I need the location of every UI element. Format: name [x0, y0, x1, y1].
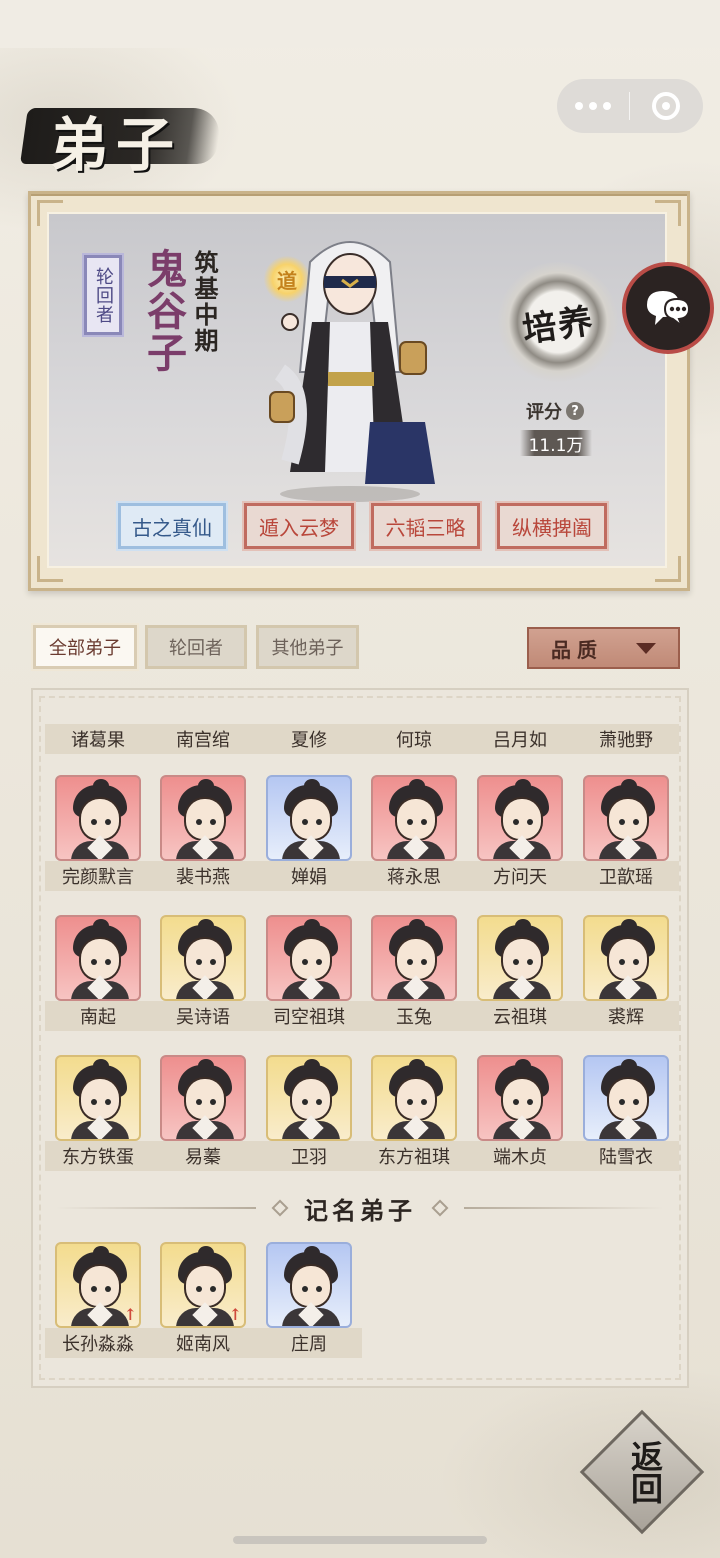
skill-button-1[interactable]: 古之真仙 [116, 501, 228, 551]
disciple-name: 易蓁 [150, 1141, 256, 1171]
quality-sort-dropdown[interactable]: 品质 [527, 627, 680, 669]
level-badge-icon: ↑ [228, 1305, 242, 1324]
disciple-avatar-card[interactable] [160, 1055, 246, 1141]
frame-corner [37, 556, 63, 582]
status-bar [0, 0, 720, 48]
disciple-name: 婵娟 [256, 861, 362, 891]
disciple-avatar-card[interactable]: ↑ [160, 1242, 246, 1328]
page-title: 弟子 [50, 111, 183, 179]
page-title-banner: 弟子 [20, 96, 224, 179]
disciple-name: 南起 [45, 1001, 151, 1031]
frame-corner [655, 556, 681, 582]
chat-icon[interactable] [622, 262, 714, 354]
disciple-name-plate[interactable]: 夏修 [256, 724, 362, 754]
cultivate-label: 培养 [520, 300, 597, 351]
home-indicator [233, 1536, 487, 1544]
disciple-name: 卫歆瑶 [573, 861, 679, 891]
disciple-name: 蒋永思 [361, 861, 467, 891]
disciple-name: 陆雪衣 [573, 1141, 679, 1171]
disciple-avatar-card[interactable] [55, 915, 141, 1001]
frame-corner [37, 200, 63, 226]
registered-disciples-header: 记名弟子 [56, 1190, 664, 1226]
disciple-avatar-card[interactable] [55, 775, 141, 861]
tab-all-disciples[interactable]: 全部弟子 [31, 623, 139, 671]
disciple-avatar-card[interactable] [477, 775, 563, 861]
disciple-name-plate[interactable]: 南宫绾 [150, 724, 256, 754]
disciple-avatar-card[interactable]: ↑ [55, 1242, 141, 1328]
tab-reincarnators[interactable]: 轮回者 [145, 625, 247, 669]
disciple-avatar-card[interactable] [583, 915, 669, 1001]
disciple-portrait[interactable] [250, 222, 450, 507]
diamond-ornament-icon [271, 1199, 289, 1217]
disciple-name-plate[interactable]: 萧驰野 [573, 724, 679, 754]
skill-button-2[interactable]: 遁入云梦 [242, 501, 356, 551]
target-close-icon[interactable] [630, 79, 702, 133]
diamond-ornament-icon [431, 1199, 449, 1217]
disciple-name: 卫羽 [256, 1141, 362, 1171]
score-value: 11.1万 [520, 430, 592, 456]
reincarnator-tag: 轮回者 [82, 253, 124, 337]
frame-corner [655, 200, 681, 226]
disciple-name: 司空祖琪 [256, 1001, 362, 1031]
disciple-name: 完颜默言 [45, 861, 151, 891]
disciple-avatar-card[interactable] [583, 1055, 669, 1141]
disciple-name-plate[interactable]: 吕月如 [467, 724, 573, 754]
chevron-down-icon [636, 642, 656, 654]
disciple-name: 裴书燕 [150, 861, 256, 891]
disciple-name: 姬南风 [150, 1328, 256, 1358]
disciple-name: 裘辉 [573, 1001, 679, 1031]
disciple-avatar-card[interactable] [160, 775, 246, 861]
disciple-name: 东方铁蛋 [45, 1141, 151, 1171]
disciple-name: 长孙淼淼 [45, 1328, 151, 1358]
disciple-avatar-card[interactable] [266, 915, 352, 1001]
disciple-name: 东方祖琪 [361, 1141, 467, 1171]
disciple-avatar-card[interactable] [160, 915, 246, 1001]
disciple-name: 吴诗语 [150, 1001, 256, 1031]
disciple-avatar-card[interactable] [477, 1055, 563, 1141]
tab-other-disciples[interactable]: 其他弟子 [256, 625, 359, 669]
disciple-name: 庄周 [256, 1328, 362, 1358]
quality-label: 品质 [551, 637, 603, 662]
disciple-avatar-card[interactable] [371, 915, 457, 1001]
skill-button-4[interactable]: 纵横捭阖 [495, 501, 609, 551]
level-badge-icon: ↑ [123, 1305, 137, 1324]
disciple-name-plate[interactable]: 诸葛果 [45, 724, 151, 754]
disciple-name: 端木贞 [467, 1141, 573, 1171]
disciple-avatar-card[interactable] [266, 1055, 352, 1141]
disciple-name: 鬼谷子 [140, 248, 187, 374]
divider-line [56, 1207, 256, 1209]
disciple-avatar-card[interactable] [371, 775, 457, 861]
help-icon[interactable]: ? [566, 402, 584, 420]
disciple-name: 方问天 [467, 861, 573, 891]
disciple-avatar-card[interactable] [55, 1055, 141, 1141]
disciple-name: 云祖琪 [467, 1001, 573, 1031]
disciple-avatar-card[interactable] [266, 1242, 352, 1328]
divider-line [464, 1207, 664, 1209]
score-label: 评分 ? [526, 398, 584, 424]
score-label-text: 评分 [526, 402, 562, 423]
section-title: 记名弟子 [304, 1195, 416, 1225]
skill-button-3[interactable]: 六韬三略 [369, 501, 482, 551]
cultivate-button[interactable]: 培养 [498, 262, 618, 382]
more-dots-icon[interactable] [557, 79, 629, 133]
disciple-name-plate[interactable]: 何琼 [361, 724, 467, 754]
disciple-avatar-card[interactable] [477, 915, 563, 1001]
disciple-name: 玉兔 [361, 1001, 467, 1031]
disciple-avatar-card[interactable] [266, 775, 352, 861]
return-button[interactable]: 返回 [605, 1432, 685, 1512]
disciple-avatar-card[interactable] [371, 1055, 457, 1141]
miniprogram-capsule [557, 79, 703, 133]
cultivation-stage: 筑基中期 [190, 250, 219, 354]
disciple-avatar-card[interactable] [583, 775, 669, 861]
